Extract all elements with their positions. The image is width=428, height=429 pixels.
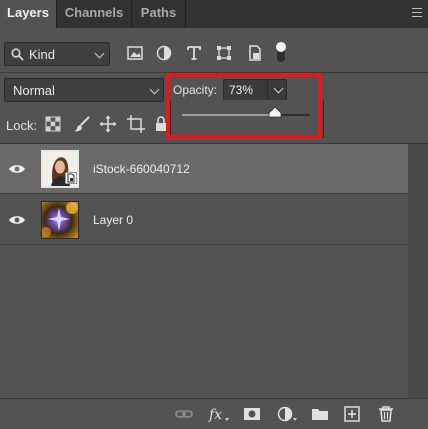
new-layer-icon[interactable]	[343, 406, 361, 422]
tab-layers[interactable]: Layers	[0, 0, 57, 28]
layer-thumbnail	[41, 150, 79, 188]
prevent-autonest-icon[interactable]	[127, 115, 145, 133]
filter-kind-label: Kind	[29, 47, 56, 62]
layer-row-layer-0[interactable]: Layer 0	[0, 195, 408, 245]
blend-mode-value: Normal	[13, 83, 55, 98]
search-icon	[11, 48, 24, 61]
new-group-icon[interactable]	[311, 406, 329, 422]
lock-position-icon[interactable]	[99, 115, 117, 133]
link-layers-icon[interactable]	[175, 406, 193, 422]
tab-channels[interactable]: Channels	[57, 0, 132, 28]
adjustment-filter-icon[interactable]	[155, 44, 173, 62]
type-filter-icon[interactable]	[185, 44, 203, 62]
svg-text:fx: fx	[208, 407, 222, 422]
lock-label: Lock:	[6, 118, 38, 133]
image-filter-icon[interactable]	[126, 44, 144, 62]
blend-mode-select[interactable]: Normal	[4, 78, 164, 102]
panel-tab-bar: Layers Channels Paths	[0, 0, 428, 28]
delete-layer-icon[interactable]	[377, 406, 395, 422]
layers-scrollbar[interactable]	[408, 144, 428, 398]
visibility-eye-icon[interactable]	[8, 164, 26, 174]
new-adjustment-layer-icon[interactable]	[277, 406, 299, 422]
layer-filter-kind-select[interactable]: Kind	[4, 42, 110, 66]
tab-paths[interactable]: Paths	[132, 0, 186, 28]
panel-menu-icon[interactable]	[412, 8, 422, 17]
add-mask-icon[interactable]	[243, 406, 261, 422]
layer-name[interactable]: Layer 0	[93, 213, 133, 227]
chevron-down-icon	[149, 84, 160, 95]
layer-thumbnail	[41, 201, 79, 239]
fx-icon[interactable]: fx	[208, 406, 230, 422]
lock-image-pixels-icon[interactable]	[73, 115, 91, 133]
highlight-box	[166, 73, 322, 139]
smart-object-filter-icon[interactable]	[246, 44, 264, 62]
chevron-down-icon	[94, 48, 105, 59]
smart-object-badge-icon	[65, 172, 77, 184]
layer-row-istock[interactable]: iStock-660040712	[0, 144, 408, 194]
layer-name[interactable]: iStock-660040712	[93, 162, 190, 176]
layers-bottom-toolbar: fx	[0, 398, 428, 429]
lock-transparent-pixels-icon[interactable]	[45, 116, 61, 132]
visibility-eye-icon[interactable]	[8, 215, 26, 225]
shape-filter-icon[interactable]	[215, 44, 233, 62]
filter-toggle-icon[interactable]	[274, 40, 288, 64]
